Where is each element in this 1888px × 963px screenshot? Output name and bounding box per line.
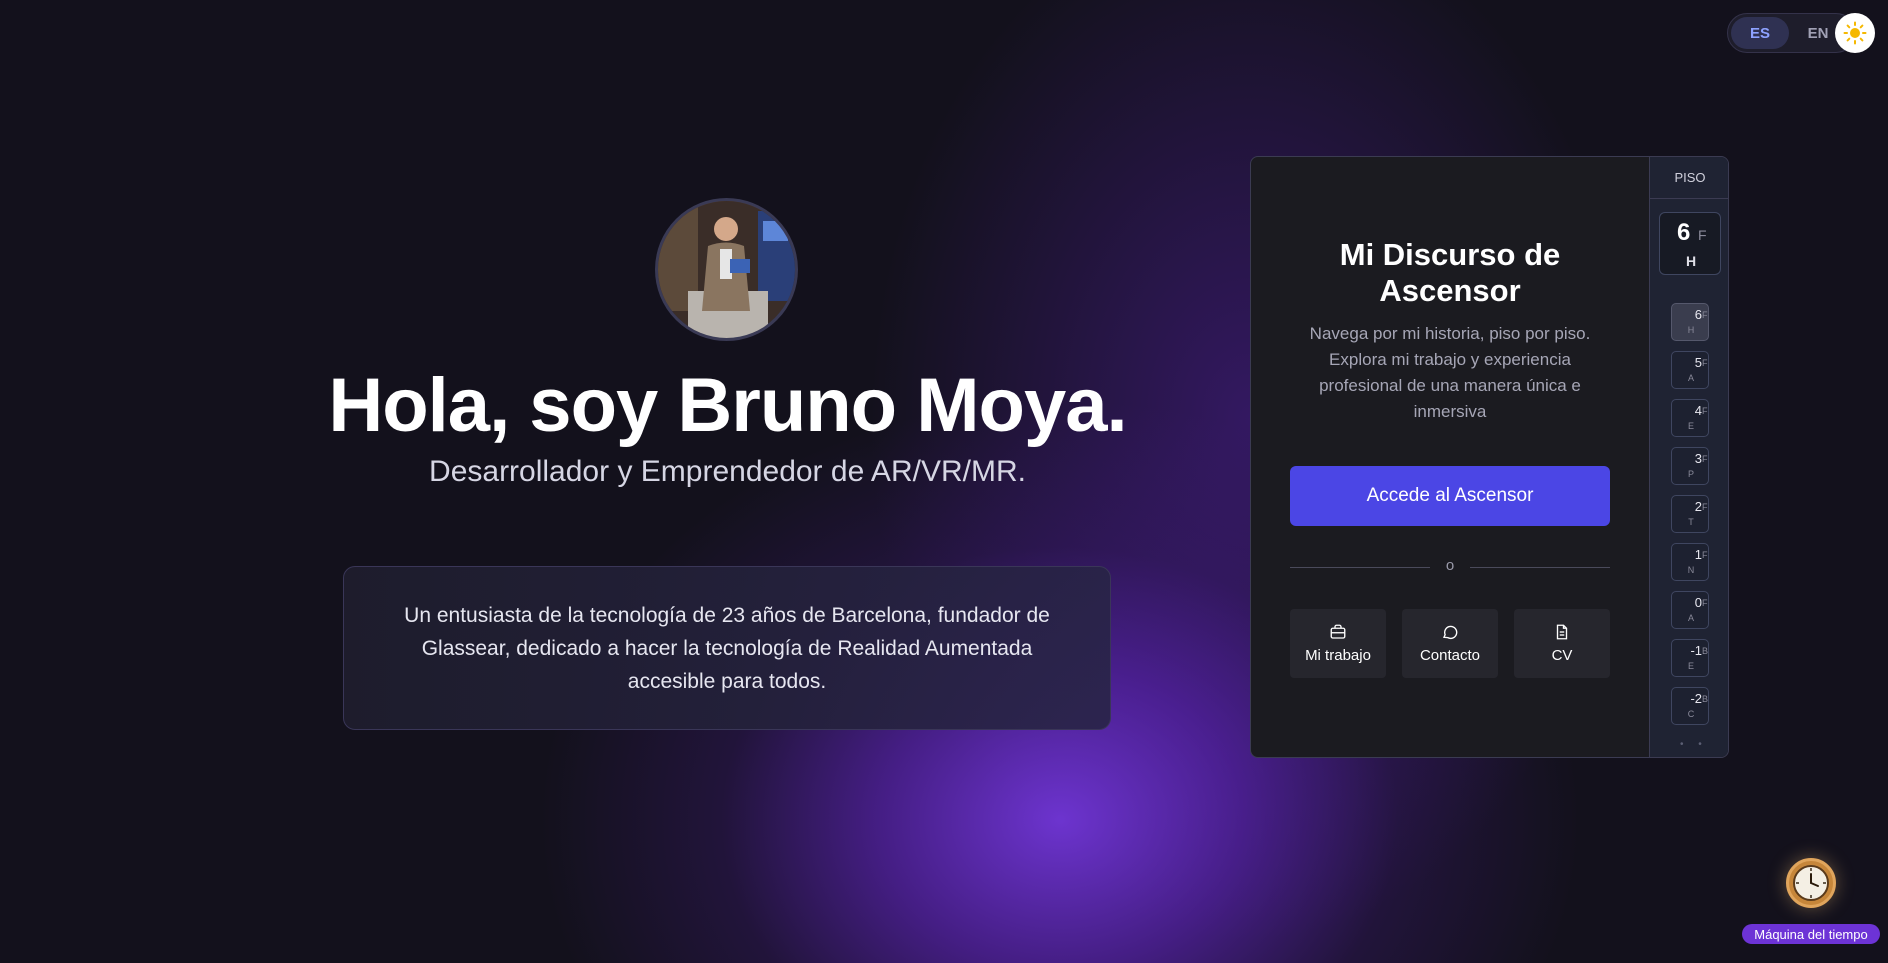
- briefcase-icon: [1330, 624, 1346, 639]
- theme-toggle-button[interactable]: [1835, 13, 1875, 53]
- floor-number: 2: [1694, 499, 1702, 514]
- floor-number: 5: [1694, 355, 1702, 370]
- bio-card: Un entusiasta de la tecnología de 23 año…: [343, 566, 1111, 730]
- divider-left: [1290, 567, 1430, 568]
- lang-es-button[interactable]: ES: [1731, 17, 1789, 49]
- floor-letter: T: [1688, 517, 1694, 527]
- floor-letter: N: [1687, 565, 1695, 575]
- floor-button-2[interactable]: 2 F T: [1671, 495, 1709, 533]
- time-machine-button[interactable]: [1786, 858, 1836, 908]
- floor-button-6[interactable]: 6 F H: [1671, 303, 1709, 341]
- avatar: [655, 198, 798, 341]
- elevator-description: Navega por mi historia, piso por piso. E…: [1309, 324, 1591, 421]
- floor-type: F: [1702, 598, 1708, 608]
- current-floor-letter: H: [1685, 253, 1697, 269]
- floor-button-minus-2[interactable]: -2 B C: [1671, 687, 1709, 725]
- floor-letter: A: [1687, 373, 1694, 383]
- work-link-button[interactable]: Mi trabajo: [1290, 609, 1386, 678]
- floor-letter: P: [1687, 469, 1694, 479]
- more-floors-indicator: • •: [1680, 739, 1708, 750]
- sun-icon: [1843, 21, 1867, 45]
- floor-type: F: [1702, 358, 1708, 368]
- floor-number: 6: [1694, 307, 1702, 322]
- floor-type: B: [1702, 694, 1709, 704]
- floor-button-3[interactable]: 3 F P: [1671, 447, 1709, 485]
- floor-label: PISO: [1650, 157, 1728, 199]
- divider-label: o: [1445, 557, 1455, 574]
- floor-letter: E: [1687, 661, 1694, 671]
- cv-link-label: CV: [1551, 647, 1573, 664]
- divider-right: [1470, 567, 1610, 568]
- contact-link-button[interactable]: Contacto: [1402, 609, 1498, 678]
- contact-link-label: Contacto: [1419, 647, 1481, 664]
- floor-button-0[interactable]: 0 F A: [1671, 591, 1709, 629]
- avatar-photo: [658, 201, 795, 338]
- floor-letter: A: [1687, 613, 1694, 623]
- floor-letter: E: [1687, 421, 1694, 431]
- floor-type: F: [1702, 310, 1708, 320]
- floor-type: F: [1702, 454, 1708, 464]
- cv-link-button[interactable]: CV: [1514, 609, 1610, 678]
- floor-letter: H: [1687, 325, 1695, 335]
- floor-letter: C: [1687, 709, 1695, 719]
- time-machine-label[interactable]: Máquina del tiempo: [1742, 924, 1880, 944]
- floor-number: -1: [1690, 643, 1702, 658]
- document-icon: [1556, 624, 1568, 640]
- current-floor-type: F: [1698, 227, 1707, 243]
- floor-number: -2: [1690, 691, 1702, 706]
- current-floor-display: 6 F H: [1659, 212, 1721, 275]
- floor-button-4[interactable]: 4 F E: [1671, 399, 1709, 437]
- clock-icon: [1793, 865, 1829, 901]
- floor-type: B: [1702, 646, 1709, 656]
- page-title: Hola, soy Bruno Moya.: [328, 363, 1127, 448]
- bio-text: Un entusiasta de la tecnología de 23 año…: [404, 603, 1050, 693]
- floor-number: 0: [1694, 595, 1702, 610]
- floor-number: 3: [1694, 451, 1702, 466]
- work-link-label: Mi trabajo: [1305, 647, 1371, 664]
- floor-selector: PISO 6 F H 6 F H 5 F A 4 F E 3 F P 2 F T…: [1649, 157, 1728, 757]
- elevator-title: Mi Discurso de Ascensor: [1339, 237, 1561, 308]
- current-floor-number: 6: [1677, 219, 1691, 246]
- floor-number: 1: [1694, 547, 1702, 562]
- elevator-main: Mi Discurso de Ascensor Navega por mi hi…: [1251, 157, 1649, 757]
- floor-type: F: [1702, 406, 1708, 416]
- floor-type: F: [1702, 550, 1708, 560]
- floor-button-minus-1[interactable]: -1 B E: [1671, 639, 1709, 677]
- page-subtitle: Desarrollador y Emprendedor de AR/VR/MR.: [429, 455, 1026, 488]
- floor-button-1[interactable]: 1 F N: [1671, 543, 1709, 581]
- floor-button-5[interactable]: 5 F A: [1671, 351, 1709, 389]
- floor-type: F: [1702, 502, 1708, 512]
- chat-bubble-icon: [1443, 625, 1458, 640]
- enter-elevator-button[interactable]: Accede al Ascensor: [1290, 466, 1610, 526]
- elevator-panel: Mi Discurso de Ascensor Navega por mi hi…: [1250, 156, 1729, 758]
- floor-number: 4: [1694, 403, 1702, 418]
